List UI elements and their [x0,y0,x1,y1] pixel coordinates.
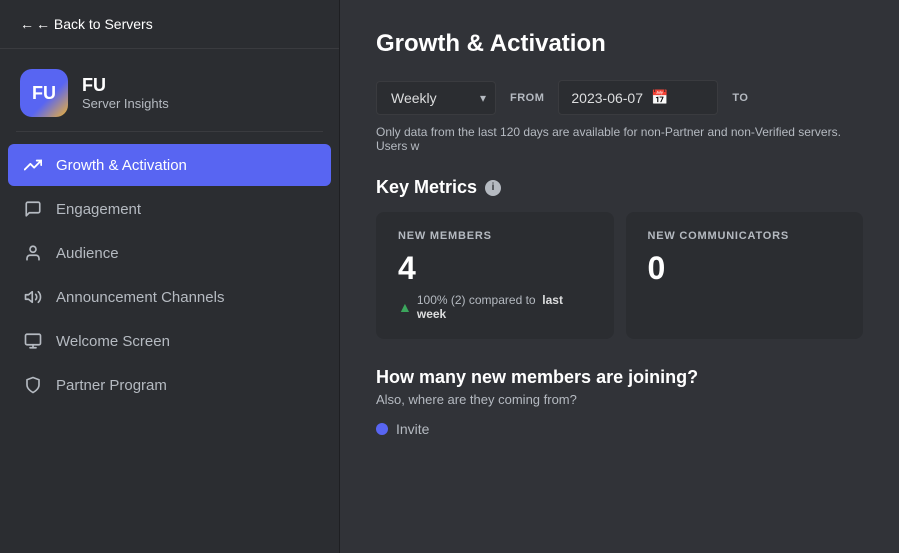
period-select[interactable]: Weekly Daily Monthly [376,81,496,115]
calendar-icon: 📅 [651,89,668,106]
sidebar-item-welcome[interactable]: Welcome Screen [8,320,331,362]
sidebar-item-partner[interactable]: Partner Program [8,364,331,406]
sidebar-item-label-welcome: Welcome Screen [56,333,170,350]
metric-value-new-members: 4 [398,250,592,287]
server-name-block: FU Server Insights [82,75,169,112]
joining-section-title: How many new members are joining? [376,367,863,388]
audience-icon [22,242,44,264]
sidebar-item-label-engagement: Engagement [56,201,141,218]
from-date-input[interactable]: 2023-06-07 📅 [558,80,718,115]
server-icon: FU [20,69,68,117]
period-select-wrap: Weekly Daily Monthly ▾ [376,81,496,115]
welcome-icon [22,330,44,352]
metric-change-new-members: ▲ 100% (2) compared to last week [398,293,592,321]
metric-value-new-communicators: 0 [648,250,842,287]
sidebar: ← ← Back to Servers FU FU Server Insight… [0,0,340,553]
sidebar-nav: Growth & Activation Engagement Audience … [0,140,339,410]
sidebar-divider [16,131,323,132]
metrics-row: NEW MEMBERS 4 ▲ 100% (2) compared to las… [376,212,863,339]
data-note: Only data from the last 120 days are ava… [376,125,863,153]
sidebar-item-engagement[interactable]: Engagement [8,188,331,230]
server-name: FU [82,75,169,97]
filters-row: Weekly Daily Monthly ▾ FROM 2023-06-07 📅… [376,80,863,115]
sidebar-item-label-audience: Audience [56,245,119,262]
key-metrics-title: Key Metrics i [376,177,863,198]
from-date-value: 2023-06-07 [571,90,643,106]
metric-card-new-members: NEW MEMBERS 4 ▲ 100% (2) compared to las… [376,212,614,339]
sidebar-item-audience[interactable]: Audience [8,232,331,274]
metric-label-new-members: NEW MEMBERS [398,230,592,242]
metric-change-text: 100% (2) compared to last week [417,293,592,321]
legend-label-invite: Invite [396,421,429,437]
announcement-icon [22,286,44,308]
page-title: Growth & Activation [376,30,863,58]
growth-icon [22,154,44,176]
main-content: Growth & Activation Weekly Daily Monthly… [340,0,899,553]
sidebar-item-label-partner: Partner Program [56,377,167,394]
trend-up-icon: ▲ [398,299,412,315]
back-arrow-icon: ← [20,16,34,32]
metric-card-new-communicators: NEW COMMUNICATORS 0 [626,212,864,339]
engagement-icon [22,198,44,220]
joining-section-desc: Also, where are they coming from? [376,392,863,407]
server-subtitle: Server Insights [82,96,169,111]
sidebar-item-announcement[interactable]: Announcement Channels [8,276,331,318]
to-label: TO [732,92,748,104]
metric-label-new-communicators: NEW COMMUNICATORS [648,230,842,242]
legend-item-invite: Invite [376,421,863,437]
back-to-servers-label: ← Back to Servers [36,16,153,32]
legend-dot-invite [376,423,388,435]
partner-icon [22,374,44,396]
back-to-servers-link[interactable]: ← ← Back to Servers [0,0,339,49]
sidebar-item-label-announcement: Announcement Channels [56,289,224,306]
info-icon[interactable]: i [485,180,501,196]
from-label: FROM [510,92,544,104]
sidebar-item-growth[interactable]: Growth & Activation [8,144,331,186]
sidebar-item-label-growth: Growth & Activation [56,157,187,174]
server-info: FU FU Server Insights [0,49,339,131]
